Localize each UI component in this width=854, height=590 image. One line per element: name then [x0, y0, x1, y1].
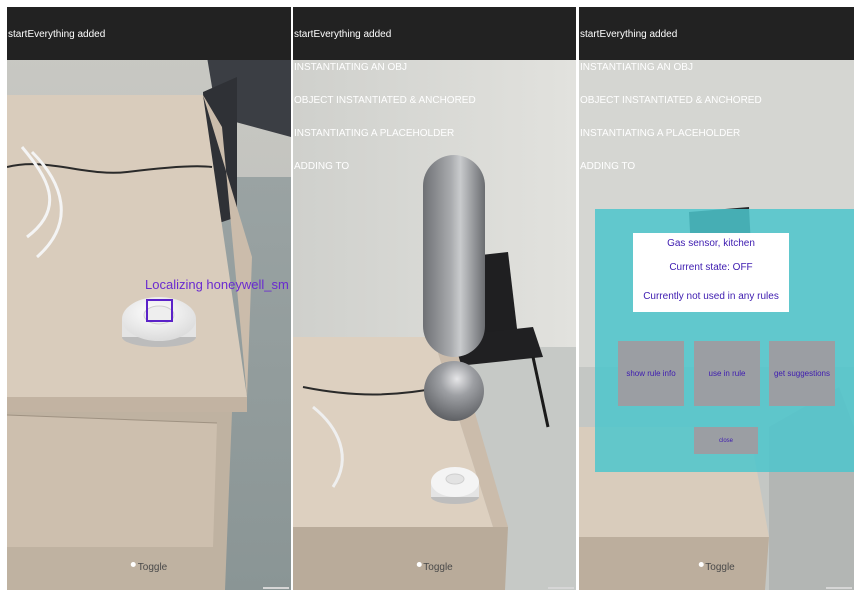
- device-state: Current state: OFF: [669, 262, 753, 273]
- show-rule-info-button[interactable]: show rule info: [618, 341, 684, 406]
- toggle-dot-icon: [416, 562, 422, 567]
- log-line: startEverything added: [8, 29, 106, 40]
- log-line: startEverything added: [580, 29, 678, 40]
- toggle-button[interactable]: Toggle: [130, 562, 168, 573]
- toggle-label: Toggle: [423, 562, 453, 573]
- close-button[interactable]: close: [694, 427, 758, 454]
- watermark: [263, 587, 289, 589]
- toggle-dot-icon: [130, 562, 136, 567]
- debug-log-bar: startEverything added INSTANTIATING AN O…: [293, 7, 576, 172]
- debug-log: startEverything added INSTANTIATING AN O…: [294, 7, 476, 194]
- log-line: INSTANTIATING A PLACEHOLDER: [580, 128, 741, 139]
- toggle-button[interactable]: Toggle: [698, 562, 735, 573]
- debug-log-bar: startEverything added INSTANTIATING AN O…: [579, 7, 854, 172]
- ar-view-placeholder: startEverything added INSTANTIATING AN O…: [293, 7, 576, 590]
- ar-view-device-menu: startEverything added INSTANTIATING AN O…: [579, 7, 854, 590]
- debug-log-bar: startEverything added: [7, 7, 291, 60]
- device-info-card: Gas sensor, kitchen Current state: OFF C…: [633, 233, 789, 312]
- log-line: OBJECT INSTANTIATED & ANCHORED: [294, 95, 476, 106]
- toggle-button[interactable]: Toggle: [416, 562, 453, 573]
- log-line: INSTANTIATING A PLACEHOLDER: [294, 128, 455, 139]
- log-line: startEverything added: [294, 29, 392, 40]
- toggle-label: Toggle: [137, 562, 168, 573]
- log-line: OBJECT INSTANTIATED & ANCHORED: [580, 95, 762, 106]
- device-rules: Currently not used in any rules: [643, 291, 779, 302]
- debug-log: startEverything added: [8, 7, 105, 62]
- localizing-label: Localizing honeywell_sm: [145, 277, 289, 292]
- debug-log: startEverything added INSTANTIATING AN O…: [580, 7, 762, 194]
- log-line: INSTANTIATING AN OBJ: [580, 62, 693, 73]
- log-line: ADDING TO: [580, 161, 636, 172]
- use-in-rule-button[interactable]: use in rule: [694, 341, 760, 406]
- log-line: ADDING TO: [294, 161, 350, 172]
- ar-view-localizing: startEverything added Localizing honeywe…: [7, 7, 291, 590]
- toggle-label: Toggle: [705, 562, 735, 573]
- watermark: [548, 587, 574, 589]
- device-title: Gas sensor, kitchen: [667, 238, 755, 249]
- log-line: INSTANTIATING AN OBJ: [294, 62, 407, 73]
- get-suggestions-button[interactable]: get suggestions: [769, 341, 835, 406]
- watermark: [826, 587, 852, 589]
- toggle-dot-icon: [698, 562, 704, 567]
- tracking-box: [146, 299, 173, 322]
